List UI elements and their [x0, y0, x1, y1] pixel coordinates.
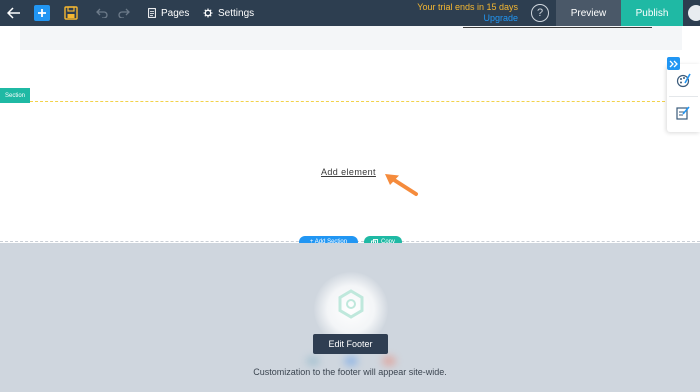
social-icon-blurred — [344, 356, 358, 366]
preview-button[interactable]: Preview — [556, 0, 621, 26]
section-boundary — [30, 101, 670, 102]
publish-button[interactable]: Publish — [621, 0, 683, 26]
help-button[interactable]: ? — [531, 4, 549, 22]
edit-footer-button[interactable]: Edit Footer — [313, 334, 388, 354]
design-palette-icon[interactable] — [675, 72, 691, 88]
pointer-arrow-icon — [385, 174, 418, 196]
pages-label: Pages — [161, 7, 190, 19]
add-element-link[interactable]: Add element — [321, 167, 376, 177]
previous-section — [20, 26, 682, 50]
add-icon[interactable] — [34, 5, 50, 21]
back-arrow-icon[interactable] — [4, 0, 24, 26]
trial-notice: Your trial ends in 15 days Upgrade — [417, 2, 518, 24]
logo-placeholder-icon — [338, 289, 364, 319]
divider-line — [463, 27, 652, 28]
save-icon[interactable] — [62, 0, 80, 26]
top-toolbar: Pages Settings Your trial ends in 15 day… — [0, 0, 700, 26]
upgrade-link[interactable]: Upgrade — [417, 13, 518, 24]
settings-menu[interactable]: Settings — [203, 0, 254, 26]
footer-note: Customization to the footer will appear … — [253, 367, 447, 377]
social-icon-blurred — [306, 356, 320, 366]
undo-icon[interactable] — [94, 0, 110, 26]
redo-icon[interactable] — [116, 0, 132, 26]
settings-label: Settings — [218, 7, 255, 19]
edit-icon[interactable] — [675, 104, 691, 120]
gear-icon — [203, 8, 213, 18]
expand-icon[interactable] — [667, 57, 680, 70]
pages-icon — [148, 8, 156, 18]
social-icon-blurred — [382, 356, 396, 366]
pages-menu[interactable]: Pages — [148, 0, 189, 26]
section-tag[interactable]: Section — [0, 88, 30, 103]
trial-text: Your trial ends in 15 days — [417, 2, 518, 12]
footer-section: Edit Footer Customization to the footer … — [0, 243, 700, 392]
user-avatar[interactable] — [688, 5, 700, 21]
side-panel-divider — [669, 96, 698, 97]
